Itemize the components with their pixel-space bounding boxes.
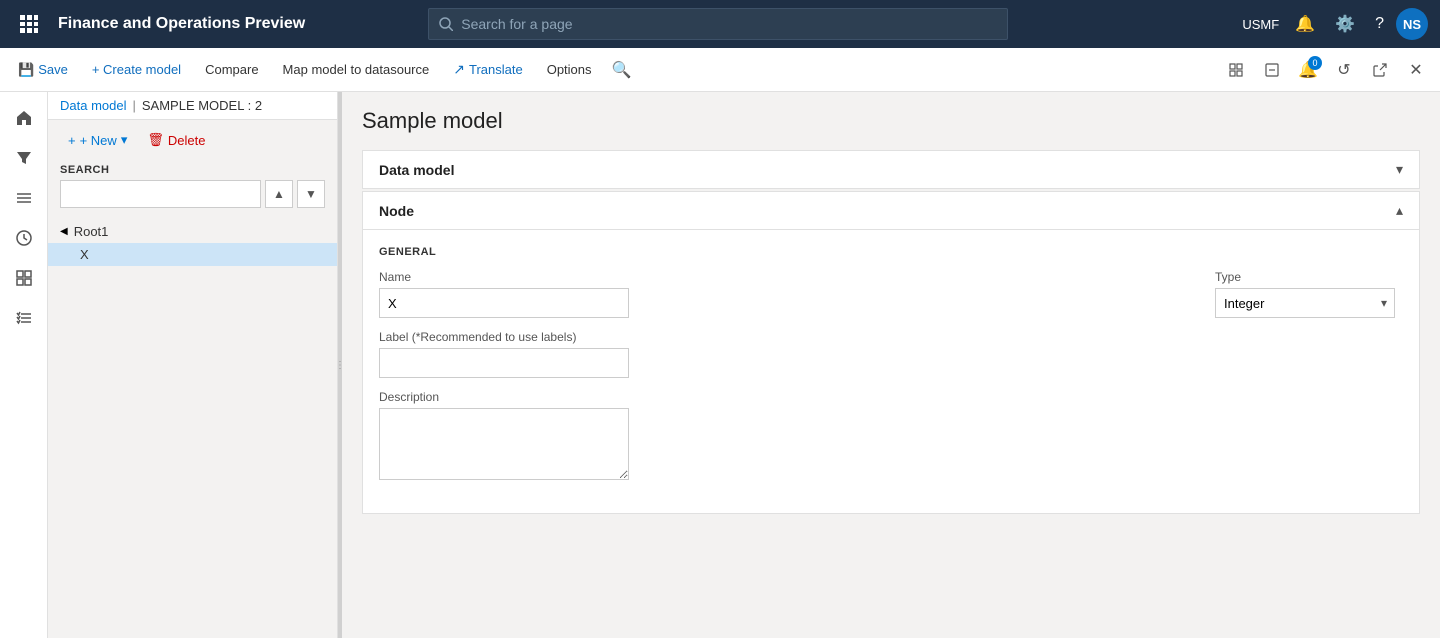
grid-menu-button[interactable] xyxy=(12,9,46,39)
description-textarea[interactable] xyxy=(379,408,629,480)
tree-item-root1[interactable]: ◀ Root1 xyxy=(48,220,337,243)
save-button[interactable]: 💾 Save xyxy=(8,54,78,86)
create-model-button[interactable]: + Create model xyxy=(82,54,191,86)
panel-toolbar: + + New ▾ 🗑 Delete xyxy=(48,120,337,160)
tree-container: ◀ Root1 X xyxy=(48,216,337,638)
node-chevron-icon: ▴ xyxy=(1396,202,1403,219)
type-field-group: Type Integer String Boolean Real Date Da… xyxy=(1215,270,1403,318)
node-section-title: Node xyxy=(379,203,414,219)
node-right-form: Type Integer String Boolean Real Date Da… xyxy=(1183,246,1403,497)
expand-button[interactable] xyxy=(1256,54,1288,86)
open-new-window-button[interactable] xyxy=(1364,54,1396,86)
node-section-content: GENERAL Name Label (*Recommended to use … xyxy=(363,230,1419,513)
search-down-button[interactable]: ▼ xyxy=(297,180,325,208)
new-button[interactable]: + + New ▾ xyxy=(60,128,135,152)
description-field-group: Description xyxy=(379,390,1183,485)
company-code: USMF xyxy=(1242,17,1279,32)
notification-badge: 0 xyxy=(1308,56,1322,70)
name-input[interactable] xyxy=(379,288,629,318)
refresh-button[interactable]: ↺ xyxy=(1328,54,1360,86)
design-mode-button[interactable] xyxy=(1220,54,1252,86)
data-model-chevron-icon: ▾ xyxy=(1396,161,1403,178)
breadcrumb-separator: | xyxy=(132,98,135,113)
type-select-wrapper: Integer String Boolean Real Date Datetim… xyxy=(1215,288,1395,318)
compare-button[interactable]: Compare xyxy=(195,54,268,86)
description-label: Description xyxy=(379,390,1183,404)
type-select[interactable]: Integer String Boolean Real Date Datetim… xyxy=(1215,288,1395,318)
general-subsection-title: GENERAL xyxy=(379,246,1183,258)
data-model-section-title: Data model xyxy=(379,162,454,178)
node-section: Node ▴ GENERAL Name Label (*Recommended … xyxy=(362,191,1420,514)
node-form-area: GENERAL Name Label (*Recommended to use … xyxy=(379,246,1403,497)
top-navigation: Finance and Operations Preview USMF 🔔 ⚙️… xyxy=(0,0,1440,48)
delete-icon: 🗑 xyxy=(147,132,164,148)
main-layout: Data model | SAMPLE MODEL : 2 + + New ▾ … xyxy=(0,92,1440,638)
type-label: Type xyxy=(1215,270,1403,284)
clock-icon-button[interactable] xyxy=(6,220,42,256)
delete-button[interactable]: 🗑 Delete xyxy=(139,128,213,152)
grid-icon-button[interactable] xyxy=(6,260,42,296)
search-up-button[interactable]: ▲ xyxy=(265,180,293,208)
node-left-form: GENERAL Name Label (*Recommended to use … xyxy=(379,246,1183,497)
data-model-section-header[interactable]: Data model ▾ xyxy=(363,151,1419,188)
notification-badge-button[interactable]: 🔔 0 xyxy=(1292,54,1324,86)
search-icon xyxy=(439,17,453,31)
name-field-group: Name xyxy=(379,270,1183,318)
settings-button[interactable]: ⚙️ xyxy=(1327,8,1363,40)
search-input[interactable] xyxy=(461,16,997,32)
new-icon: + xyxy=(68,133,76,148)
sidebar-icons xyxy=(0,92,48,638)
breadcrumb-link[interactable]: Data model xyxy=(60,98,126,113)
help-button[interactable]: ? xyxy=(1367,9,1392,39)
filter-icon-button[interactable] xyxy=(6,140,42,176)
save-icon: 💾 xyxy=(18,62,34,78)
right-panel: Sample model Data model ▾ Node ▴ GENERAL xyxy=(342,92,1440,638)
data-model-section: Data model ▾ xyxy=(362,150,1420,189)
user-avatar[interactable]: NS xyxy=(1396,8,1428,40)
new-chevron-icon: ▾ xyxy=(121,132,128,148)
search-section: SEARCH ▲ ▼ xyxy=(48,160,337,216)
search-label: SEARCH xyxy=(60,164,325,176)
search-row: ▲ ▼ xyxy=(60,180,325,208)
tree-item-label: Root1 xyxy=(74,224,109,239)
global-search[interactable] xyxy=(428,8,1008,40)
map-model-button[interactable]: Map model to datasource xyxy=(273,54,440,86)
command-bar-right: 🔔 0 ↺ ✕ xyxy=(1220,54,1432,86)
tree-item-label-x: X xyxy=(80,247,89,262)
options-button[interactable]: Options xyxy=(537,54,602,86)
app-title: Finance and Operations Preview xyxy=(58,15,305,33)
notifications-button[interactable]: 🔔 xyxy=(1287,8,1323,40)
top-nav-right: USMF 🔔 ⚙️ ? NS xyxy=(1242,8,1428,40)
label-input[interactable] xyxy=(379,348,629,378)
left-panel: Data model | SAMPLE MODEL : 2 + + New ▾ … xyxy=(48,92,338,638)
node-section-header[interactable]: Node ▴ xyxy=(363,192,1419,230)
name-label: Name xyxy=(379,270,1183,284)
breadcrumb-current: SAMPLE MODEL : 2 xyxy=(142,98,262,113)
command-bar: 💾 Save + Create model Compare Map model … xyxy=(0,48,1440,92)
label-field-group: Label (*Recommended to use labels) xyxy=(379,330,1183,378)
translate-button[interactable]: ↗ Translate xyxy=(443,54,532,86)
translate-icon: ↗ xyxy=(453,61,465,78)
search-command-button[interactable]: 🔍 xyxy=(606,54,638,86)
close-button[interactable]: ✕ xyxy=(1400,54,1432,86)
breadcrumb: Data model | SAMPLE MODEL : 2 xyxy=(48,92,337,120)
list-icon-button[interactable] xyxy=(6,180,42,216)
checklist-icon-button[interactable] xyxy=(6,300,42,336)
label-label: Label (*Recommended to use labels) xyxy=(379,330,1183,344)
tree-item-x[interactable]: X xyxy=(48,243,337,266)
home-icon-button[interactable] xyxy=(6,100,42,136)
page-title: Sample model xyxy=(362,108,1420,134)
tree-search-input[interactable] xyxy=(60,180,261,208)
collapse-icon: ◀ xyxy=(60,226,68,237)
